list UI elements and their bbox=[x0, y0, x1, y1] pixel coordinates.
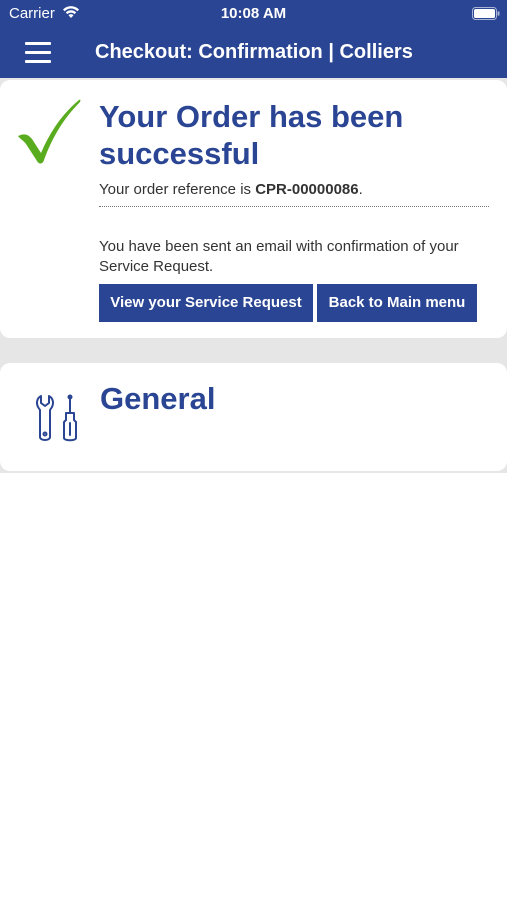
section-title-general: General bbox=[100, 381, 216, 416]
divider bbox=[99, 206, 489, 207]
view-service-request-button[interactable]: View your Service Request bbox=[99, 284, 313, 322]
page-title: Checkout: Confirmation | Colliers bbox=[95, 41, 413, 63]
checkmark-icon bbox=[16, 98, 82, 171]
clock: 10:08 AM bbox=[220, 5, 287, 22]
hamburger-menu-icon[interactable] bbox=[25, 42, 51, 64]
tools-icon bbox=[36, 393, 80, 448]
general-section-card[interactable]: General bbox=[0, 363, 507, 471]
back-to-main-menu-button[interactable]: Back to Main menu bbox=[317, 284, 477, 322]
order-reference-prefix: Your order reference is bbox=[99, 181, 256, 198]
page-content: Your Order has been successful Your orde… bbox=[0, 78, 507, 900]
email-confirmation-message: You have been sent an email with confirm… bbox=[99, 238, 459, 275]
confirmation-card: Your Order has been successful Your orde… bbox=[0, 80, 507, 338]
order-reference-suffix: . bbox=[358, 181, 363, 198]
order-reference-number: CPR-00000086 bbox=[255, 181, 359, 198]
success-headline: Your Order has been successful bbox=[99, 99, 404, 171]
order-reference-line: Your order reference is CPR-00000086. bbox=[99, 181, 363, 198]
battery-icon bbox=[472, 7, 500, 25]
status-bar: Carrier 10:08 AM bbox=[0, 0, 507, 28]
navigation-bar: Checkout: Confirmation | Colliers bbox=[0, 28, 507, 78]
